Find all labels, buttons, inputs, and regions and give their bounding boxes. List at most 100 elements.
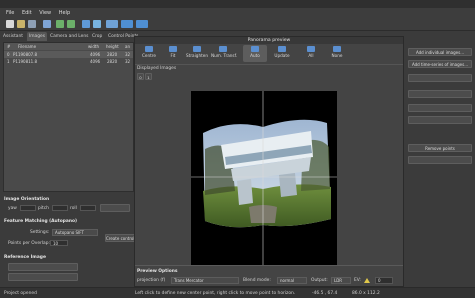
menu-edit[interactable]: Edit [22, 10, 32, 16]
stitch-icon[interactable] [136, 20, 148, 28]
col-filename[interactable]: Filename [18, 44, 36, 49]
points-per-overlap-label: Points per Overlap: [8, 241, 51, 246]
preview-scroll-track[interactable] [135, 265, 403, 266]
displayed-image-toggle-1[interactable]: 1 [145, 73, 152, 80]
tool-all[interactable]: All [299, 45, 323, 62]
output-select[interactable]: LDR [331, 277, 351, 284]
table-row[interactable]: 1 P1190811.8 4096 2820 32 [4, 58, 133, 65]
status-fov: 86.0 x 112.2 [352, 291, 380, 296]
tab-images[interactable]: Images [27, 32, 47, 41]
straighten-icon [193, 46, 201, 52]
image-list: # Filename width height an 0 P1190807.8 … [3, 42, 134, 192]
table-row[interactable]: 0 P1190807.8 4096 2820 32 [4, 51, 133, 58]
menu-bar: File Edit View Help [0, 8, 475, 17]
reset-images-button[interactable] [408, 116, 472, 124]
settings-select[interactable]: Autopano SIFT [52, 229, 98, 236]
new-project-icon[interactable] [6, 20, 14, 28]
fit-icon [169, 46, 177, 52]
ev-field[interactable]: 0 [375, 277, 393, 284]
yaw-field[interactable] [20, 205, 36, 211]
window-titlebar [0, 0, 475, 8]
reset-orientation-button[interactable] [100, 204, 130, 212]
open-project-icon[interactable] [17, 20, 25, 28]
feature-matching-title: Feature Matching (Autopano) [4, 219, 78, 224]
add-images-icon[interactable] [43, 20, 51, 28]
panorama-preview-window: Panorama preview Centre Fit Straighten N… [134, 36, 404, 287]
anchor-position-button[interactable] [8, 263, 78, 271]
menu-view[interactable]: View [39, 10, 51, 16]
col-num[interactable]: # [7, 44, 10, 49]
pitch-label: pitch [38, 206, 49, 211]
col-anchor[interactable]: an [125, 44, 130, 49]
reset-points-button[interactable] [408, 156, 472, 164]
displayed-images-label: Displayed Images [137, 66, 177, 71]
col-height[interactable]: height [106, 44, 119, 49]
preview-icon[interactable] [106, 20, 118, 28]
tool-update[interactable]: Update [270, 45, 294, 62]
tool-auto-label: Auto [250, 53, 260, 58]
fast-preview-icon[interactable] [121, 20, 133, 28]
row-height: 2820 [107, 59, 118, 64]
update-icon [278, 46, 286, 52]
roll-field[interactable] [80, 205, 96, 211]
move-image-button[interactable] [408, 90, 472, 98]
blend-mode-select[interactable]: normal [277, 277, 307, 284]
tab-camera-lens[interactable]: Camera and Lens [50, 32, 90, 41]
tool-num-transform-label: Num. Transf. [211, 53, 238, 58]
main-toolbar [0, 17, 475, 31]
row-filename: P1190811.8 [13, 59, 38, 64]
tab-crop[interactable]: Crop [92, 32, 106, 41]
auto-icon [251, 46, 259, 52]
main-tabs: Assistant Images Camera and Lens Crop Co… [0, 32, 140, 41]
tool-fit[interactable]: Fit [161, 45, 185, 62]
preview-options-title: Preview Options [137, 269, 178, 274]
row-num: 0 [7, 52, 10, 57]
add-individual-images-button[interactable]: Add individual images... [408, 48, 472, 56]
tool-centre-label: Centre [141, 53, 156, 58]
status-message: Project opened [4, 291, 37, 296]
displayed-image-toggle-0[interactable]: 0 [137, 73, 144, 80]
tab-assistant[interactable]: Assistant [3, 32, 26, 41]
tool-update-label: Update [274, 53, 290, 58]
exposure-reset-icon[interactable] [363, 277, 371, 284]
tool-centre[interactable]: Centre [137, 45, 161, 62]
remove-points-button[interactable]: Remove points [408, 144, 472, 152]
add-time-series-button[interactable]: Add time-series of images... [408, 60, 472, 68]
tool-num-transform[interactable]: Num. Transf. [211, 45, 238, 62]
row-anchor: 32 [125, 52, 131, 57]
reference-image-title: Reference Image [4, 255, 46, 260]
undo-icon[interactable] [56, 20, 64, 28]
anchor-exposure-button[interactable] [8, 273, 78, 281]
ev-label: EV: [354, 278, 361, 283]
menu-help[interactable]: Help [59, 10, 70, 16]
settings-label: Settings: [30, 230, 50, 235]
points-per-overlap-field[interactable]: 10 [50, 240, 68, 246]
right-panel: Add individual images... Add time-series… [404, 42, 475, 286]
preview-canvas[interactable] [191, 91, 337, 265]
all-icon [307, 46, 315, 52]
status-bar: Project opened Left click to define new … [0, 287, 475, 298]
tool-none[interactable]: None [325, 45, 349, 62]
projection-select[interactable]: Trans Mercator [171, 277, 239, 284]
optimize-icon[interactable] [82, 20, 90, 28]
blend-mode-label: Blend mode: [243, 278, 271, 283]
tool-none-label: None [331, 53, 343, 58]
create-control-points-button[interactable]: Create control [105, 234, 135, 242]
tool-straighten-label: Straighten [186, 53, 208, 58]
panorama-image [191, 91, 337, 265]
col-width[interactable]: width [88, 44, 99, 49]
tool-auto[interactable]: Auto [243, 45, 267, 62]
roll-label: roll [70, 206, 77, 211]
row-height: 2820 [107, 52, 118, 57]
toolbar-divider [135, 64, 403, 65]
status-coordinates: -46.5 , 67.4 [312, 291, 338, 296]
assistant-icon[interactable] [93, 20, 101, 28]
remove-images-button[interactable] [408, 74, 472, 82]
menu-file[interactable]: File [6, 10, 14, 16]
pitch-field[interactable] [52, 205, 68, 211]
projection-label: projection (f) [137, 278, 166, 283]
save-project-icon[interactable] [28, 20, 36, 28]
redo-icon[interactable] [67, 20, 75, 28]
tool-straighten[interactable]: Straighten [185, 45, 209, 62]
reset-button[interactable] [408, 104, 472, 112]
